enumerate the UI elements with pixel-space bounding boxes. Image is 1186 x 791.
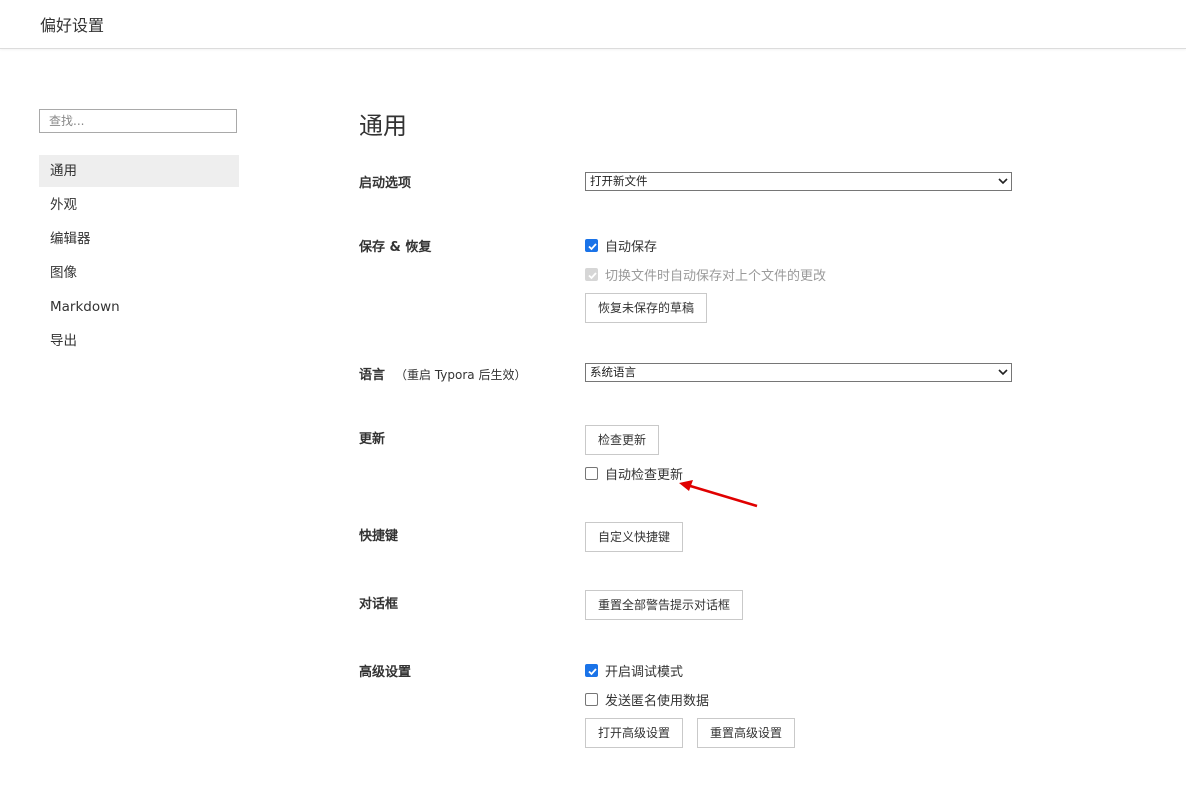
language-select[interactable]: 系统语言 [585,363,1012,382]
sidebar-item-appearance[interactable]: 外观 [39,189,239,221]
send-usage-label: 发送匿名使用数据 [605,693,710,709]
open-advanced-button[interactable]: 打开高级设置 [585,718,684,748]
autosave-label: 自动保存 [605,239,658,255]
language-select-value: 系统语言 [590,365,636,379]
shortcuts-label: 快捷键 [359,529,399,544]
checkbox-unchecked-icon [585,466,598,480]
language-label-text: 语言 [359,368,386,383]
autosave-switch-label: 切换文件时自动保存对上个文件的更改 [605,268,827,284]
advanced-label: 高级设置 [359,665,412,680]
startup-select[interactable]: 打开新文件 [585,172,1012,191]
language-label: 语言 （重启 Typora 后生效） [359,364,526,383]
dialog-label: 对话框 [359,597,399,612]
search-input[interactable] [39,109,237,133]
update-label: 更新 [359,432,386,447]
sidebar-item-image[interactable]: 图像 [39,257,239,289]
chevron-down-icon [998,369,1008,376]
reset-dialogs-button[interactable]: 重置全部警告提示对话框 [585,590,744,620]
language-note: （重启 Typora 后生效） [395,368,527,382]
startup-label: 启动选项 [359,176,412,191]
auto-check-update-checkbox[interactable]: 自动检查更新 [585,465,684,483]
checkbox-checked-disabled-icon [585,267,598,281]
reset-advanced-button[interactable]: 重置高级设置 [697,718,796,748]
page-title: 通用 [359,112,407,140]
chevron-down-icon [998,178,1008,185]
title-bar: 偏好设置 [0,0,1186,49]
annotation-arrow-icon [679,480,758,508]
debug-mode-label: 开启调试模式 [605,664,684,680]
sidebar-item-editor[interactable]: 编辑器 [39,223,239,255]
autosave-checkbox[interactable]: 自动保存 [585,237,658,255]
auto-check-update-label: 自动检查更新 [605,467,684,483]
check-update-button[interactable]: 检查更新 [585,425,660,455]
save-restore-label: 保存 & 恢复 [359,240,432,255]
window-title: 偏好设置 [40,16,105,35]
checkbox-checked-icon [585,663,598,677]
custom-shortcuts-button[interactable]: 自定义快捷键 [585,522,684,552]
recover-drafts-button[interactable]: 恢复未保存的草稿 [585,293,708,323]
autosave-switch-checkbox[interactable]: 切换文件时自动保存对上个文件的更改 [585,266,827,284]
send-usage-checkbox[interactable]: 发送匿名使用数据 [585,691,710,709]
startup-select-value: 打开新文件 [590,174,648,188]
sidebar-item-general[interactable]: 通用 [39,155,239,187]
sidebar-item-markdown[interactable]: Markdown [39,291,239,323]
sidebar-nav: 通用 外观 编辑器 图像 Markdown 导出 [39,155,239,359]
checkbox-checked-icon [585,238,598,252]
debug-mode-checkbox[interactable]: 开启调试模式 [585,662,684,680]
sidebar-item-export[interactable]: 导出 [39,325,239,357]
checkbox-unchecked-icon [585,692,598,706]
